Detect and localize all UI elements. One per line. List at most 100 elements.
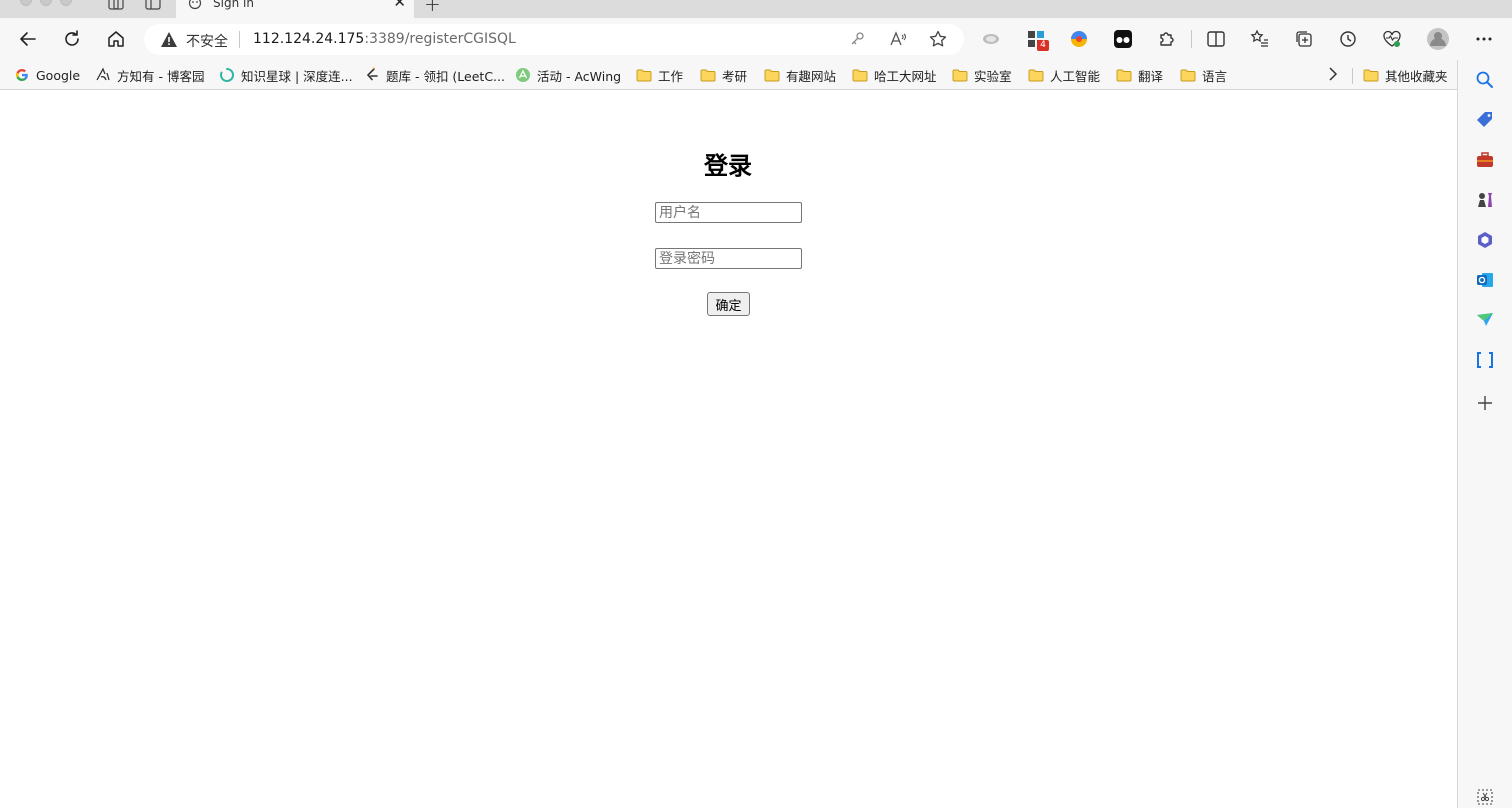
more-bookmarks-chevron-icon[interactable] (1328, 67, 1338, 85)
bookmark-label: 有趣网站 (786, 68, 837, 84)
extensions-button[interactable] (1155, 27, 1179, 51)
bookmark-acwing[interactable]: 活动 - AcWing (515, 64, 621, 86)
edge-sidebar (1457, 60, 1512, 808)
tab-title: Sign in (213, 0, 254, 10)
login-heading: 登录 (704, 152, 752, 180)
profile-button[interactable] (1426, 27, 1450, 51)
sidebar-search-button[interactable] (1474, 69, 1496, 91)
maximize-window-button[interactable] (60, 0, 72, 6)
url-text[interactable]: 112.124.24.175:3389/registerCGISQL (253, 31, 516, 47)
bookmark-label: 考研 (722, 68, 748, 84)
warning-icon[interactable] (160, 31, 178, 48)
back-button[interactable] (16, 27, 40, 51)
sidebar-add-button[interactable] (1474, 392, 1496, 414)
bookmarks-divider (1352, 68, 1353, 84)
home-button[interactable] (104, 27, 128, 51)
favorite-star-icon[interactable] (928, 29, 948, 49)
bookmark-label: 翻译 (1138, 68, 1164, 84)
folder-icon (1028, 67, 1044, 83)
not-secure-label[interactable]: 不安全 (186, 31, 228, 51)
address-bar[interactable]: 不安全 112.124.24.175:3389/registerCGISQL (144, 24, 964, 55)
google-icon (14, 67, 30, 83)
brackets-icon (1477, 352, 1493, 368)
bookmark-folder-translate[interactable]: 翻译 (1116, 64, 1163, 86)
browser-toolbar: 不安全 112.124.24.175:3389/registerCGISQL 4 (0, 18, 1512, 60)
cnblogs-icon (95, 67, 111, 83)
outlook-icon (1477, 273, 1493, 287)
close-tab-icon[interactable]: ✕ (393, 0, 406, 10)
extension-translate-button[interactable] (979, 27, 1003, 51)
bookmark-cnblogs[interactable]: 方知有 - 博客园 (95, 64, 204, 86)
split-screen-button[interactable] (1204, 27, 1228, 51)
search-icon (1476, 71, 1493, 88)
history-icon (1340, 31, 1356, 47)
tab-strip: Sign in ✕ + (0, 0, 1512, 18)
folder-icon (1180, 67, 1196, 83)
sidebar-screenshot-button[interactable] (1474, 786, 1496, 808)
avatar-icon (1427, 28, 1449, 50)
history-button[interactable] (1336, 27, 1360, 51)
heart-pulse-icon (1383, 30, 1401, 47)
username-input[interactable] (655, 202, 802, 223)
bookmark-zsxq[interactable]: 知识星球 | 深度连... (219, 64, 353, 86)
folder-icon (636, 67, 652, 83)
minimize-window-button[interactable] (40, 0, 52, 6)
bookmark-other-favorites[interactable]: 其他收藏夹 (1363, 64, 1448, 86)
split-screen-icon (1207, 31, 1225, 47)
puzzle-icon (1160, 32, 1174, 46)
bookmark-google[interactable]: Google (14, 64, 80, 86)
bookmark-folder-lab[interactable]: 实验室 (952, 64, 1012, 86)
page-content: 登录 确定 (0, 91, 1456, 808)
extension-ball-button[interactable] (1067, 27, 1091, 51)
bookmark-label: 其他收藏夹 (1385, 68, 1448, 84)
bookmark-folder-fun-sites[interactable]: 有趣网站 (764, 64, 836, 86)
colorful-ball-extension-icon (1071, 31, 1087, 47)
close-window-button[interactable] (20, 0, 32, 6)
sidebar-games-button[interactable] (1474, 189, 1496, 211)
bookmark-folder-kaoyan[interactable]: 考研 (700, 64, 747, 86)
screenshot-scissors-icon (1477, 789, 1493, 805)
bookmark-folder-ai[interactable]: 人工智能 (1028, 64, 1100, 86)
bookmark-label: 工作 (658, 68, 684, 84)
reload-icon (65, 30, 79, 46)
extension-tampermonkey-button[interactable] (1111, 27, 1135, 51)
bookmark-folder-work[interactable]: 工作 (636, 64, 683, 86)
folder-icon (952, 67, 968, 83)
bookmark-folder-hit-sites[interactable]: 哈工大网址 (852, 64, 937, 86)
sidebar-outlook-button[interactable] (1474, 269, 1496, 291)
toolbar-divider (1191, 30, 1192, 48)
bookmark-leetcode[interactable]: 题库 - 领扣 (LeetC... (364, 64, 505, 86)
sidebar-office-button[interactable] (1474, 229, 1496, 251)
bookmark-label: 人工智能 (1050, 68, 1101, 84)
bookmark-label: 知识星球 | 深度连... (241, 68, 353, 84)
password-key-icon[interactable] (847, 29, 867, 49)
workspaces-icon[interactable] (108, 0, 124, 10)
collections-icon (1296, 31, 1312, 47)
bookmarks-bar: Google 方知有 - 博客园 知识星球 | 深度连... 题库 - 领扣 (… (0, 60, 1512, 90)
vertical-tabs-icon[interactable] (145, 0, 161, 10)
sidebar-brackets-button[interactable] (1474, 349, 1496, 371)
tab-sign-in[interactable]: Sign in ✕ (176, 0, 414, 18)
submit-button[interactable]: 确定 (707, 292, 750, 316)
reload-button[interactable] (60, 27, 84, 51)
folder-icon (700, 67, 716, 83)
bookmark-folder-language[interactable]: 语言 (1180, 64, 1227, 86)
sidebar-drop-button[interactable] (1474, 309, 1496, 331)
extension-badge: 4 (1037, 40, 1049, 51)
chess-pieces-icon (1478, 193, 1492, 207)
performance-button[interactable] (1380, 27, 1404, 51)
new-tab-button[interactable]: + (424, 0, 441, 14)
favorites-button[interactable] (1248, 27, 1272, 51)
collections-button[interactable] (1292, 27, 1316, 51)
folder-icon (1363, 67, 1379, 83)
bookmark-label: Google (36, 67, 81, 83)
sidebar-tools-button[interactable] (1474, 149, 1496, 171)
sidebar-shopping-button[interactable] (1474, 109, 1496, 131)
password-input[interactable] (655, 248, 802, 269)
more-menu-button[interactable] (1472, 27, 1496, 51)
plus-icon (1478, 396, 1492, 410)
read-aloud-icon[interactable] (888, 29, 908, 49)
acwing-icon (515, 67, 531, 83)
loading-ring-icon (219, 67, 235, 83)
more-dots-icon (1476, 37, 1492, 41)
